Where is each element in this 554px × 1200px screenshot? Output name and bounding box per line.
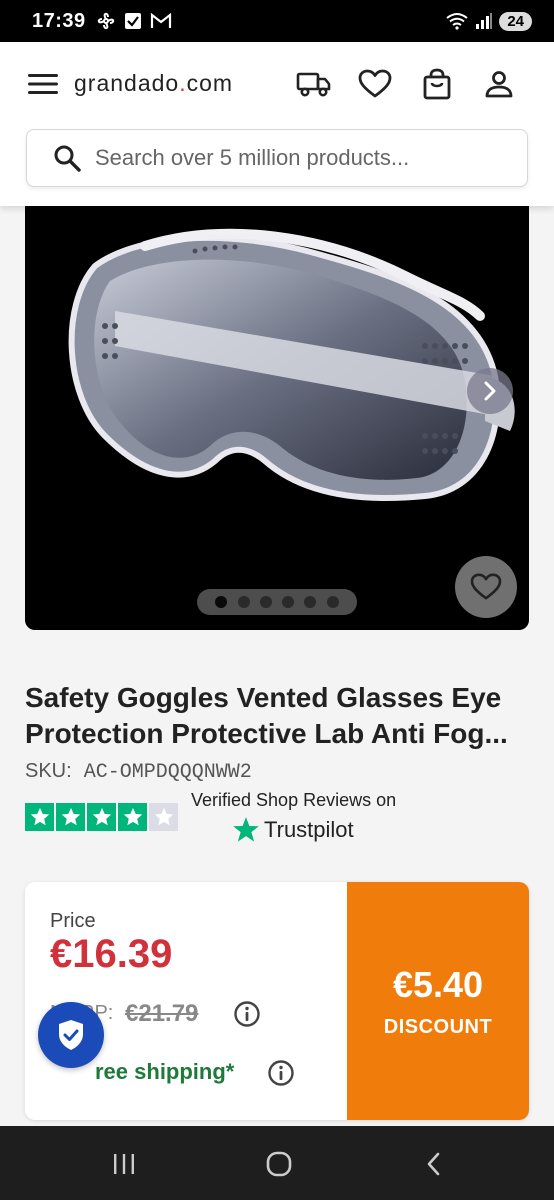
battery-indicator: 24 [499, 11, 532, 31]
gallery-dot[interactable] [304, 596, 317, 608]
shipping-info-icon[interactable] [267, 1059, 295, 1092]
system-navigation-bar [0, 1126, 554, 1200]
discount-badge: €5.40 DISCOUNT [347, 882, 529, 1120]
product-title: Safety Goggles Vented Glasses Eye Protec… [25, 682, 508, 749]
msrp-price: €21.79 [125, 1000, 199, 1027]
next-image-button[interactable] [467, 368, 513, 414]
status-bar: 17:39 24 [0, 0, 554, 42]
gallery-dot[interactable] [237, 596, 250, 608]
star-icon [56, 803, 85, 831]
wifi-icon [446, 13, 468, 30]
search-input[interactable] [95, 145, 515, 171]
shopping-bag-icon[interactable] [418, 66, 456, 102]
product-photo-goggles [68, 228, 515, 502]
search-bar[interactable] [26, 129, 528, 187]
price-label: Price [50, 910, 96, 932]
heart-icon [470, 573, 502, 600]
recent-apps-icon[interactable] [104, 1148, 144, 1180]
checkbox-notification-icon [124, 13, 141, 29]
signal-icon [476, 13, 493, 29]
star-empty-icon [149, 803, 178, 831]
delivery-truck-icon[interactable] [295, 66, 333, 102]
shield-check-icon [59, 1020, 83, 1050]
trustpilot-logo[interactable]: Trustpilot [232, 816, 354, 844]
msrp-info-icon[interactable] [233, 1000, 261, 1033]
back-icon[interactable] [414, 1148, 454, 1180]
gallery-dot[interactable] [326, 596, 339, 608]
current-price: €16.39 [50, 932, 173, 976]
free-shipping-text: ree shipping* [95, 1059, 235, 1084]
gallery-pagination-dots [197, 589, 357, 615]
chevron-right-icon [484, 381, 496, 401]
gallery-dot[interactable] [282, 596, 295, 608]
status-time: 17:39 [32, 9, 86, 32]
buyer-protection-shield-button[interactable] [38, 1002, 104, 1068]
product-sku: SKU: AC-OMPDQQQNWW2 [25, 760, 252, 784]
gallery-dot[interactable] [215, 596, 228, 608]
wishlist-heart-icon[interactable] [356, 66, 394, 102]
gmail-icon [150, 12, 171, 28]
discount-label: DISCOUNT [383, 1015, 493, 1038]
search-icon[interactable] [53, 144, 81, 172]
discount-amount: €5.40 [392, 963, 484, 1005]
trustpilot-star-icon [233, 817, 259, 842]
price-card: Price €16.39 MSRP: €21.79 ree shipping* … [25, 882, 529, 1120]
star-icon [25, 803, 54, 831]
star-icon [87, 803, 116, 831]
gallery-dot[interactable] [259, 596, 272, 608]
site-header: grandado.com [0, 42, 554, 206]
fan-icon [97, 12, 114, 30]
hamburger-menu-icon[interactable] [28, 72, 58, 96]
verified-reviews-text: Verified Shop Reviews on [191, 790, 397, 810]
product-image-gallery[interactable] [25, 206, 529, 630]
trustpilot-star-rating[interactable] [25, 803, 178, 831]
home-icon[interactable] [259, 1148, 299, 1180]
account-user-icon[interactable] [480, 66, 518, 102]
add-to-wishlist-button[interactable] [455, 556, 517, 618]
site-logo[interactable]: grandado.com [74, 70, 233, 97]
star-icon [118, 803, 147, 831]
